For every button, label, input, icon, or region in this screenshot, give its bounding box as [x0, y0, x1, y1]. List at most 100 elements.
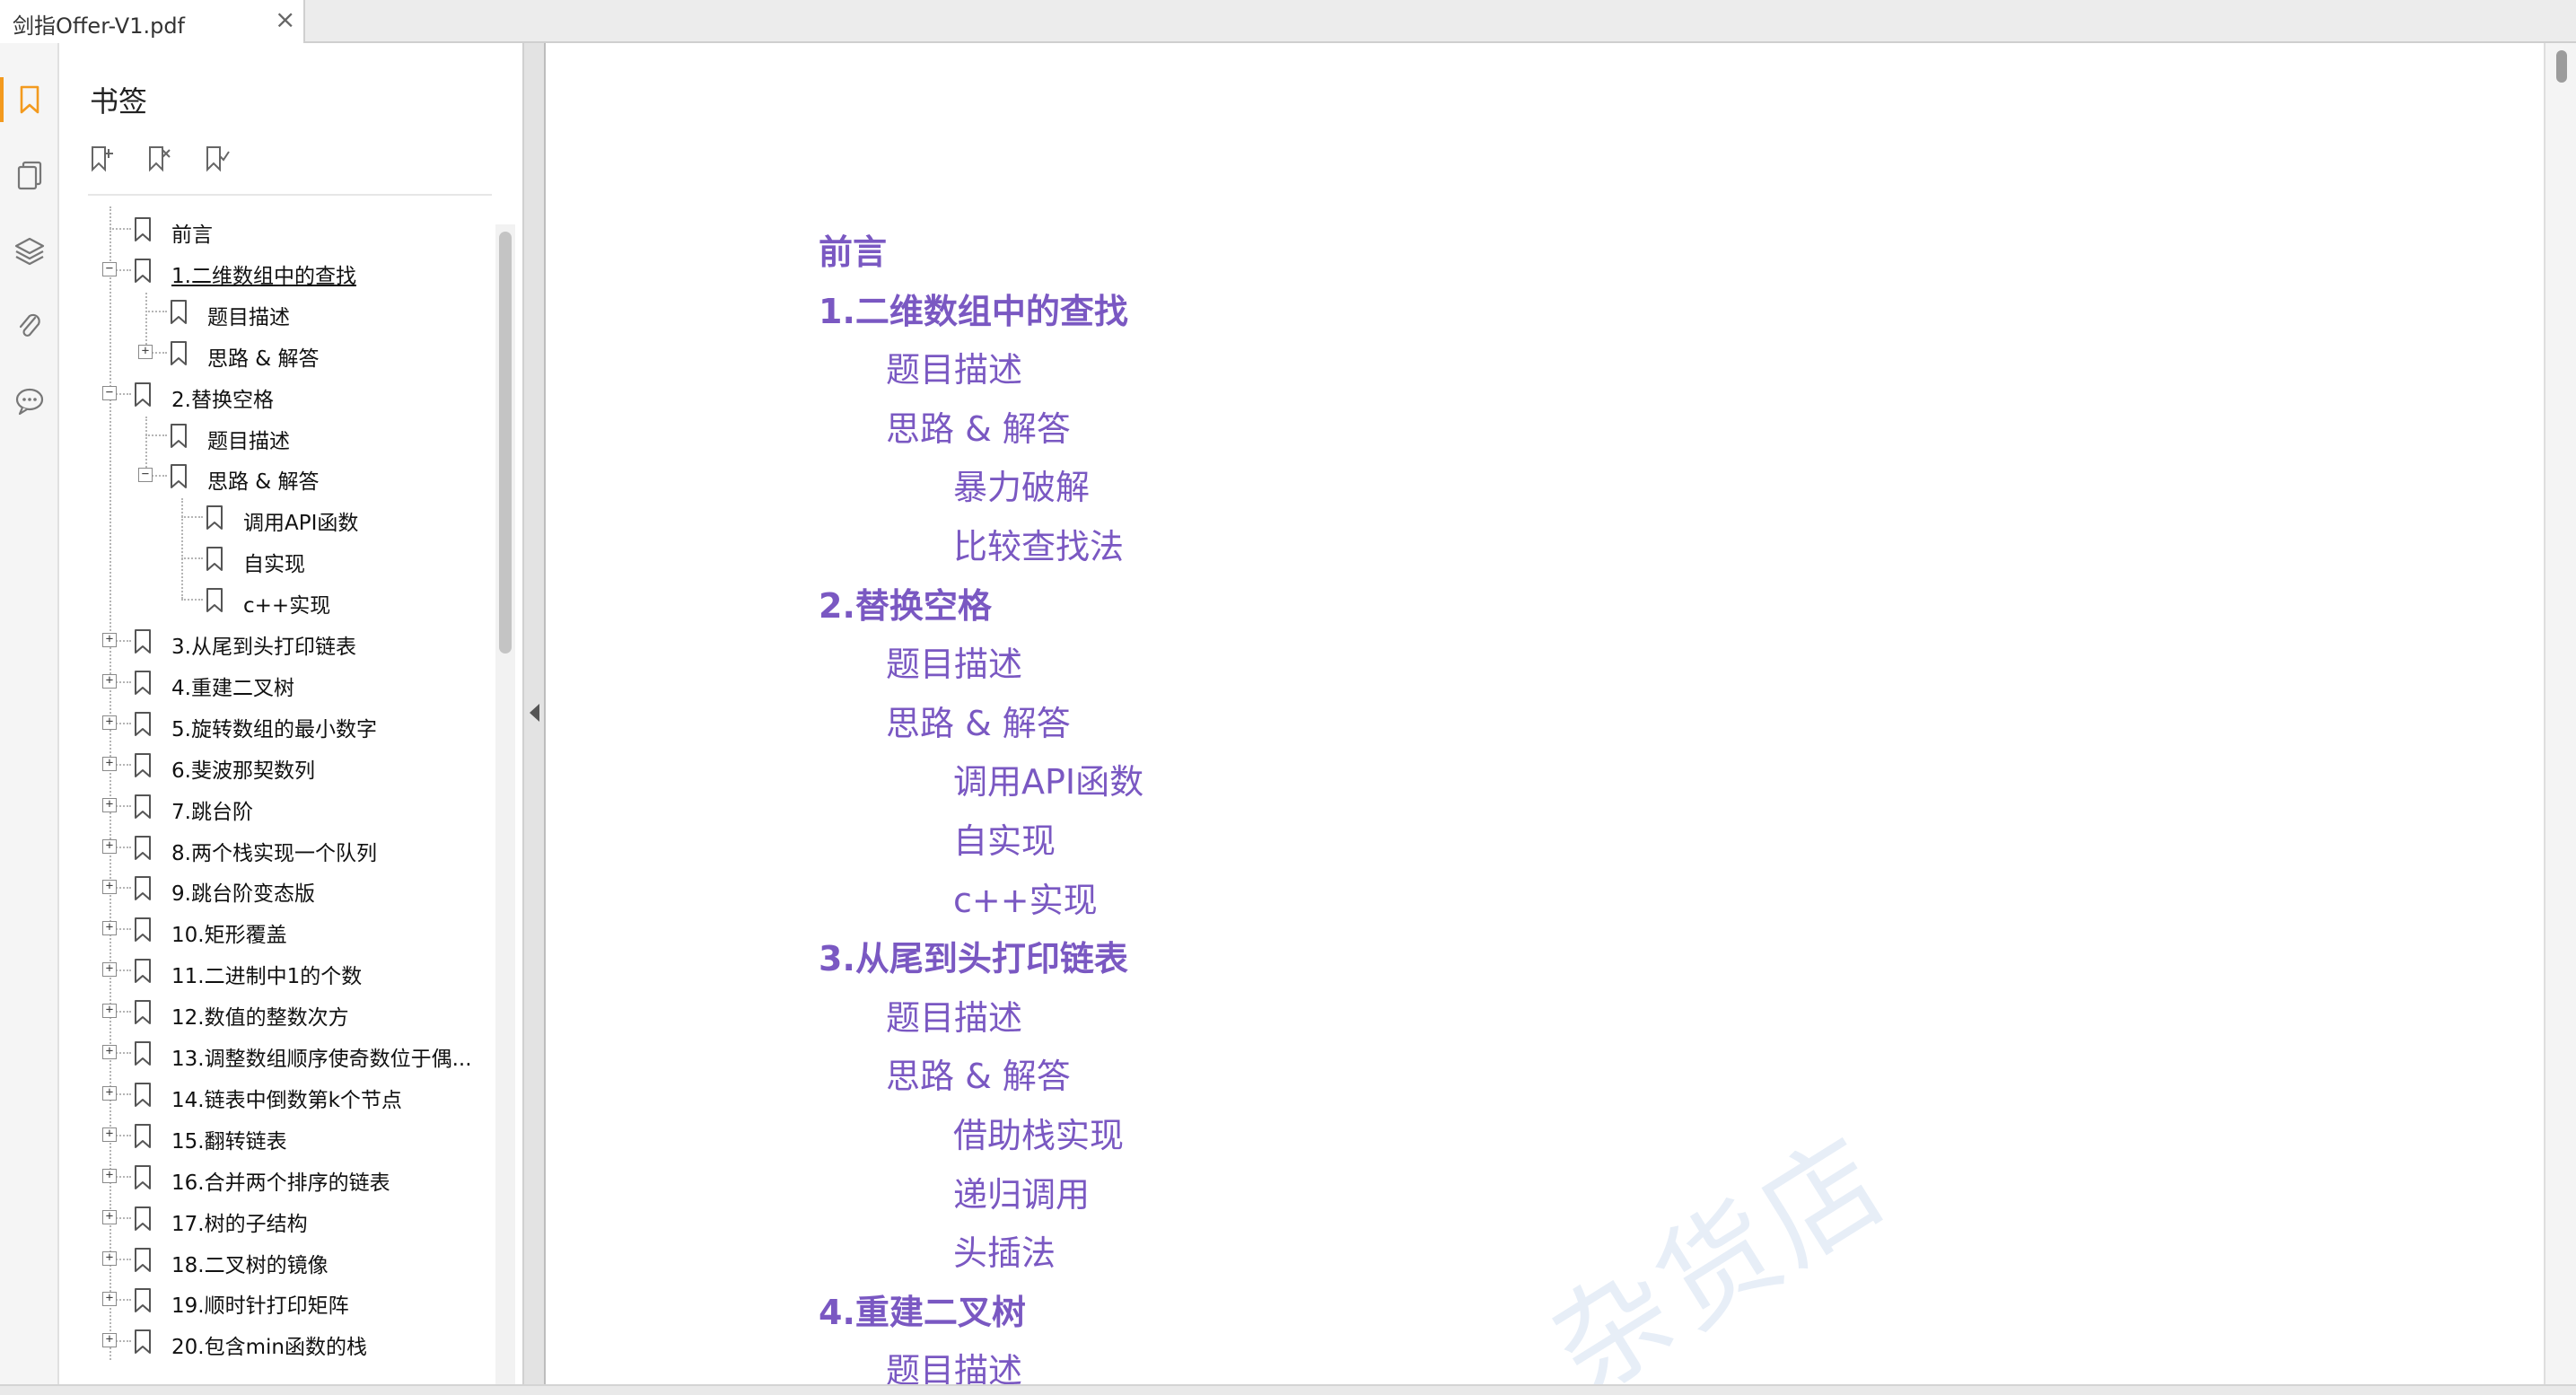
- layers-panel-button[interactable]: [7, 228, 52, 273]
- expand-toggle[interactable]: +: [102, 1292, 117, 1307]
- collapse-toggle[interactable]: −: [102, 261, 117, 276]
- panel-divider: [88, 194, 492, 196]
- toc-entry[interactable]: 调用API函数: [953, 754, 1143, 803]
- expand-toggle[interactable]: +: [102, 880, 117, 895]
- expand-toggle[interactable]: +: [102, 1085, 117, 1101]
- expand-toggle[interactable]: +: [102, 838, 117, 854]
- expand-toggle[interactable]: +: [102, 1127, 117, 1142]
- expand-toggle[interactable]: +: [102, 756, 117, 771]
- expand-toggle[interactable]: +: [102, 1045, 117, 1059]
- document-tab[interactable]: 剑指Offer-V1.pdf ×: [0, 0, 305, 43]
- collapse-toggle[interactable]: −: [138, 468, 153, 483]
- bookmark-item[interactable]: +11.二进制中1的个数: [59, 952, 508, 991]
- bookmark-item[interactable]: +7.跳台阶: [59, 787, 508, 827]
- expand-toggle[interactable]: +: [102, 921, 117, 936]
- toc-entry[interactable]: 1.二维数组中的查找: [819, 284, 1128, 333]
- expand-toggle[interactable]: +: [102, 962, 117, 978]
- panel-scrollbar-thumb[interactable]: [499, 232, 512, 654]
- bookmark-item[interactable]: +16.合并两个排序的链表: [59, 1158, 508, 1198]
- expand-toggle[interactable]: +: [102, 633, 117, 647]
- bookmark-label: 13.调整数组顺序使奇数位于偶...: [171, 1048, 472, 1071]
- bookmark-item[interactable]: +18.二叉树的镜像: [59, 1241, 508, 1280]
- document-scrollbar-thumb[interactable]: [2556, 50, 2567, 83]
- bookmark-item[interactable]: − 1.二维数组中的查找: [59, 251, 508, 291]
- toc-entry[interactable]: 头插法: [953, 1225, 1056, 1275]
- expand-toggle[interactable]: +: [102, 1209, 117, 1224]
- toc-entry[interactable]: 思路 & 解答: [886, 1048, 1071, 1098]
- bookmark-item[interactable]: +19.顺时针打印矩阵: [59, 1281, 508, 1320]
- toc-entry[interactable]: 题目描述: [886, 1343, 1022, 1384]
- expand-toggle[interactable]: +: [102, 1168, 117, 1183]
- collapse-toggle[interactable]: −: [102, 385, 117, 400]
- bookmark-icon: [135, 217, 151, 241]
- close-tab-button[interactable]: ×: [275, 5, 295, 34]
- bookmark-label: 16.合并两个排序的链表: [171, 1171, 390, 1195]
- bookmark-item[interactable]: 题目描述: [59, 417, 508, 456]
- toc-entry[interactable]: 题目描述: [886, 636, 1022, 686]
- bookmark-item[interactable]: + 思路 & 解答: [59, 334, 508, 373]
- pages-icon: [17, 161, 42, 190]
- comments-panel-button[interactable]: [7, 379, 52, 424]
- bookmark-icon: [20, 85, 39, 114]
- bookmark-item[interactable]: − 思路 & 解答: [59, 457, 508, 496]
- attachments-panel-button[interactable]: [7, 303, 52, 348]
- side-rail: [0, 43, 59, 1384]
- delete-bookmark-button[interactable]: [144, 144, 180, 180]
- toc-entry[interactable]: 思路 & 解答: [886, 401, 1071, 451]
- bookmark-item[interactable]: +14.链表中倒数第k个节点: [59, 1075, 508, 1115]
- bookmark-panel: 书签 前言 −1.二维数组中的查找 题目描述 + 思路 & 解答 −2.替换空格 题目描述 −…: [59, 43, 522, 1384]
- bookmark-panel-button[interactable]: [0, 77, 52, 122]
- toc-entry[interactable]: 暴力破解: [953, 460, 1090, 509]
- bookmark-item[interactable]: +6.斐波那契数列: [59, 746, 508, 785]
- bookmark-item[interactable]: − 2.替换空格: [59, 375, 508, 415]
- toc-entry[interactable]: 递归调用: [953, 1167, 1090, 1216]
- document-view[interactable]: 前言 1.二维数组中的查找 题目描述 思路 & 解答 暴力破解 比较查找法 2.替换空格 题目…: [546, 43, 2544, 1384]
- bookmark-item[interactable]: +12.数值的整数次方: [59, 993, 508, 1032]
- toc-entry[interactable]: 题目描述: [886, 342, 1022, 391]
- bookmark-item[interactable]: +10.矩形覆盖: [59, 910, 508, 950]
- tree-connector: [181, 557, 203, 560]
- bookmark-item[interactable]: +20.包含min函数的栈: [59, 1322, 508, 1362]
- toc-entry[interactable]: 题目描述: [886, 990, 1022, 1040]
- bookmark-label: 1.二维数组中的查找: [171, 264, 356, 288]
- bookmark-item[interactable]: +4.重建二叉树: [59, 663, 508, 703]
- expand-toggle[interactable]: +: [102, 673, 117, 689]
- toc-entry[interactable]: 4.重建二叉树: [819, 1285, 1026, 1334]
- toc-entry[interactable]: 2.替换空格: [819, 578, 992, 627]
- toc-entry[interactable]: 前言: [819, 224, 887, 274]
- add-bookmark-button[interactable]: [86, 144, 122, 180]
- bookmark-settings-button[interactable]: [201, 144, 237, 180]
- toc-entry[interactable]: c++实现: [953, 873, 1098, 922]
- bookmark-item[interactable]: 调用API函数: [59, 498, 508, 538]
- bookmark-icon: [135, 835, 151, 860]
- toc-entry[interactable]: 3.从尾到头打印链表: [819, 931, 1128, 980]
- bookmark-item[interactable]: +3.从尾到头打印链表: [59, 622, 508, 662]
- toc-entry[interactable]: 自实现: [953, 813, 1056, 863]
- bookmark-icon: [135, 1288, 151, 1313]
- toc-entry[interactable]: 借助栈实现: [953, 1108, 1124, 1157]
- panel-splitter[interactable]: [522, 43, 546, 1384]
- toc-entry[interactable]: 比较查找法: [953, 519, 1124, 568]
- panel-title: 书签: [90, 84, 148, 118]
- bookmark-item[interactable]: c++实现: [59, 581, 508, 620]
- bookmark-icon: [171, 299, 187, 324]
- bookmark-item[interactable]: +9.跳台阶变态版: [59, 869, 508, 908]
- pages-panel-button[interactable]: [7, 153, 52, 197]
- bookmark-item[interactable]: 题目描述: [59, 293, 508, 332]
- bookmark-item[interactable]: 自实现: [59, 540, 508, 579]
- document-scrollbar[interactable]: [2544, 43, 2576, 1384]
- expand-toggle[interactable]: +: [102, 715, 117, 730]
- bookmark-item[interactable]: +15.翻转链表: [59, 1117, 508, 1156]
- toc-entry[interactable]: 思路 & 解答: [886, 696, 1071, 745]
- expand-toggle[interactable]: +: [102, 1333, 117, 1348]
- bookmark-item[interactable]: 前言: [59, 210, 508, 250]
- bookmark-item[interactable]: +17.树的子结构: [59, 1199, 508, 1239]
- bookmark-item[interactable]: +8.两个栈实现一个队列: [59, 829, 508, 868]
- expand-toggle[interactable]: +: [102, 797, 117, 812]
- collapse-panel-icon[interactable]: [530, 704, 539, 722]
- bookmark-item[interactable]: +13.调整数组顺序使奇数位于偶...: [59, 1034, 508, 1074]
- bookmark-item[interactable]: +5.旋转数组的最小数字: [59, 705, 508, 744]
- expand-toggle[interactable]: +: [102, 1004, 117, 1019]
- expand-toggle[interactable]: +: [102, 1250, 117, 1266]
- expand-toggle[interactable]: +: [138, 344, 153, 359]
